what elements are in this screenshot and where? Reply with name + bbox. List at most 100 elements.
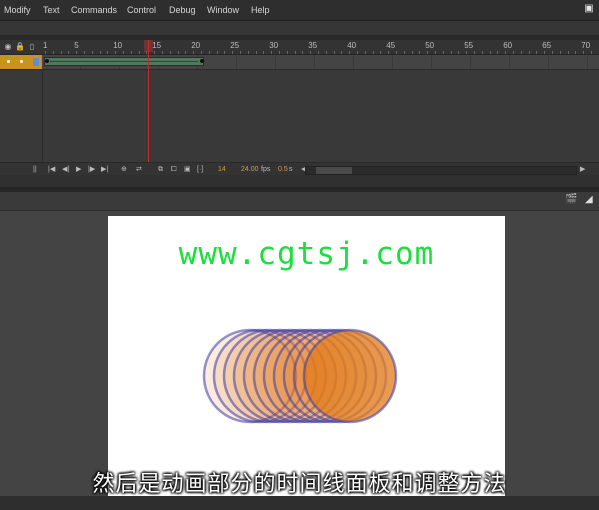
- ruler-tick: [481, 51, 483, 54]
- ruler-tick: [91, 51, 93, 54]
- menu-help[interactable]: Help: [251, 0, 270, 20]
- ruler-tick: [286, 51, 288, 54]
- ruler-number: 30: [269, 41, 279, 50]
- ruler-tick: [442, 51, 444, 54]
- ruler-tick: [302, 51, 304, 54]
- ruler-tick: [583, 51, 585, 54]
- timeline-header: ◉ 🔒 ▯ 1 5 10 15 20 25 30 35 40 45 50 55 60 65 70: [0, 40, 599, 55]
- ruler-tick: [138, 51, 140, 54]
- ruler-tick: [325, 51, 327, 54]
- ruler-tick: [513, 51, 514, 54]
- ruler-tick: [68, 51, 70, 54]
- ruler-tick: [396, 51, 397, 54]
- menu-modify[interactable]: Modify: [4, 0, 31, 20]
- ruler-tick: [427, 51, 429, 54]
- layer-row[interactable]: [0, 55, 42, 70]
- ruler-tick: [232, 51, 234, 54]
- ruler-tick: [52, 51, 54, 54]
- timeline-footer: || |◀ ◀| ▶ |▶ ▶| ⊕ ⇄ ⧉ ⧠ ▣ [·] 14 24.00 …: [0, 162, 599, 176]
- ruler-number: 35: [308, 41, 318, 50]
- ruler-number: 50: [425, 41, 435, 50]
- ruler-tick: [162, 51, 163, 54]
- ruler-tick: [458, 51, 460, 54]
- ruler-tick: [333, 51, 335, 54]
- ruler-number: 70: [581, 41, 591, 50]
- lock-icon[interactable]: 🔒: [14, 40, 26, 54]
- ruler-tick: [497, 51, 499, 54]
- ruler-tick: [341, 51, 343, 54]
- outline-icon[interactable]: ▯: [26, 40, 38, 54]
- ruler-tick: [591, 51, 592, 54]
- ruler-tick: [489, 51, 491, 54]
- ruler-tick: [60, 51, 62, 54]
- ruler-tick: [364, 51, 366, 54]
- tween-line: [50, 61, 198, 62]
- timeline-panel: ◉ 🔒 ▯ 1 5 10 15 20 25 30 35 40 45 50 55 60 65 70 || |◀ ◀…: [0, 40, 599, 176]
- ruler-tick: [185, 51, 187, 54]
- ruler-tick: [435, 51, 436, 54]
- menu-control[interactable]: Control: [127, 0, 156, 20]
- outline-swatch[interactable]: [33, 58, 39, 66]
- stage-toolbar: 🎬 ◢: [0, 192, 599, 211]
- ruler-tick: [294, 51, 296, 54]
- ruler-tick: [169, 51, 171, 54]
- ruler-tick: [559, 51, 561, 54]
- ruler-tick: [388, 51, 390, 54]
- ruler-tick: [123, 51, 124, 54]
- ruler-tick: [536, 51, 538, 54]
- ruler-tick: [349, 51, 351, 54]
- lock-dot[interactable]: [20, 60, 23, 63]
- clapper-icon[interactable]: 🎬: [565, 194, 577, 205]
- ruler-tick: [575, 51, 577, 54]
- timeline-scrollbar[interactable]: [305, 166, 577, 175]
- ruler-tick: [528, 51, 530, 54]
- ruler-tick: [419, 51, 421, 54]
- ruler-tick: [450, 51, 452, 54]
- ruler-tick: [357, 51, 358, 54]
- ruler-tick: [466, 51, 468, 54]
- camera-icon[interactable]: ◢: [585, 194, 593, 205]
- visibility-dot[interactable]: [7, 60, 10, 63]
- ruler-tick: [154, 51, 156, 54]
- ruler-tick: [318, 51, 319, 54]
- ruler-tick: [544, 51, 546, 54]
- eye-icon[interactable]: ◉: [2, 40, 14, 54]
- ruler-number: 1: [43, 41, 48, 50]
- frames-row[interactable]: [42, 55, 599, 70]
- menu-window[interactable]: Window: [207, 0, 239, 20]
- ruler-number: 55: [464, 41, 474, 50]
- ruler-number: 60: [503, 41, 513, 50]
- ruler-tick: [474, 51, 475, 54]
- frame-ruler[interactable]: 1 5 10 15 20 25 30 35 40 45 50 55 60 65 70: [42, 40, 599, 54]
- layer-header-icons: ◉ 🔒 ▯: [2, 40, 38, 54]
- ruler-tick: [224, 51, 226, 54]
- menu-debug[interactable]: Debug: [169, 0, 196, 20]
- playhead[interactable]: [148, 40, 149, 162]
- ruler-number: 10: [113, 41, 123, 50]
- start-keyframe[interactable]: [45, 59, 49, 63]
- ruler-number: 15: [152, 41, 162, 50]
- ruler-tick: [279, 51, 280, 54]
- ruler-tick: [247, 51, 249, 54]
- bottom-bar: [0, 496, 599, 510]
- menu-commands[interactable]: Commands: [71, 0, 117, 20]
- ruler-number: 65: [542, 41, 552, 50]
- layer-pane-divider: [42, 69, 43, 162]
- ruler-tick: [84, 51, 85, 54]
- ruler-tick: [76, 51, 78, 54]
- panel-separator: [0, 175, 599, 187]
- onion-skin-circles: [202, 328, 398, 424]
- end-keyframe[interactable]: [200, 59, 204, 63]
- ruler-tick: [99, 51, 101, 54]
- ruler-tick: [216, 51, 218, 54]
- scrollbar-thumb[interactable]: [316, 167, 352, 174]
- ruler-number: 5: [74, 41, 79, 50]
- menu-text[interactable]: Text: [43, 0, 60, 20]
- stage-canvas[interactable]: www.cgtsj.com: [108, 216, 505, 502]
- ruler-number: 20: [191, 41, 201, 50]
- stage-area: 🎬 ◢ www.cgtsj.com: [0, 192, 599, 510]
- ruler-tick: [201, 51, 202, 54]
- window-restore-button[interactable]: ▣: [581, 2, 597, 16]
- ruler-tick: [310, 51, 312, 54]
- onion-skin-circle: [302, 328, 398, 424]
